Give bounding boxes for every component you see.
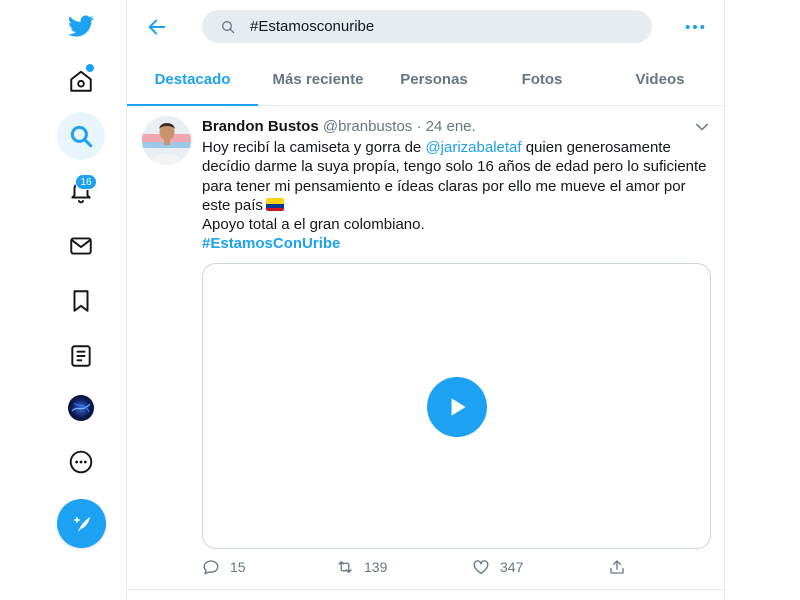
twitter-bird-icon: [68, 15, 94, 37]
reply-count: 15: [230, 559, 246, 575]
search-box[interactable]: [202, 10, 652, 43]
more-horizontal-icon: [685, 24, 705, 30]
tweet-header: Brandon Bustos @branbustos · 24 ene.: [202, 118, 476, 135]
tweet-actions: 15 139 347: [202, 558, 712, 578]
separator: ·: [416, 118, 422, 135]
tab-destacado[interactable]: Destacado: [127, 54, 258, 106]
tweet[interactable]: Brandon Bustos @branbustos · 24 ene. Hoy…: [127, 106, 726, 590]
tweet-date[interactable]: 24 ene.: [426, 118, 476, 135]
author-handle[interactable]: @branbustos: [323, 118, 412, 135]
nav-lists[interactable]: [57, 332, 105, 380]
list-icon: [71, 345, 91, 367]
tweet-text-line2: Apoyo total a el gran colombiano.: [202, 216, 425, 234]
tweet-menu-button[interactable]: [693, 118, 711, 136]
nav-more[interactable]: [57, 438, 105, 486]
more-circle-icon: [69, 450, 93, 474]
share-icon: [610, 560, 624, 574]
avatar: [142, 116, 191, 165]
like-button[interactable]: 347: [472, 558, 523, 576]
share-button[interactable]: [608, 558, 636, 576]
tab-personas[interactable]: Personas: [378, 54, 490, 105]
chevron-down-icon: [696, 123, 708, 131]
play-button[interactable]: [427, 377, 487, 437]
hashtag-link[interactable]: #EstamosConUribe: [202, 235, 340, 252]
compose-feather-icon: [73, 516, 90, 532]
home-unread-dot: [86, 64, 94, 72]
search-tabs: Destacado Más reciente Personas Fotos Vi…: [127, 54, 726, 106]
arrow-left-icon: [148, 19, 166, 35]
next-tweet-edge: [127, 591, 726, 600]
search-icon: [202, 18, 236, 36]
notifications-badge: 16: [75, 174, 97, 190]
avatar: [68, 395, 94, 421]
nav-home[interactable]: [57, 57, 105, 105]
nav-messages[interactable]: [57, 222, 105, 270]
tab-videos[interactable]: Videos: [594, 54, 726, 105]
left-navigation: 16: [0, 0, 126, 600]
search-header: [127, 0, 726, 54]
more-options-button[interactable]: [681, 15, 709, 39]
envelope-icon: [70, 237, 92, 255]
search-input[interactable]: [250, 18, 630, 35]
search-icon: [70, 125, 93, 148]
author-avatar[interactable]: [142, 116, 191, 165]
main-column: Destacado Más reciente Personas Fotos Vi…: [126, 0, 726, 600]
tweet-text: Hoy recibí la camiseta y gorra de @jariz…: [202, 138, 712, 254]
retweet-button[interactable]: 139: [336, 558, 387, 576]
nav-explore[interactable]: [57, 112, 105, 160]
bookmark-icon: [73, 290, 89, 312]
reply-button[interactable]: 15: [202, 558, 246, 576]
colombia-flag-emoji: [265, 197, 284, 211]
tab-mas-reciente[interactable]: Más reciente: [258, 54, 378, 105]
retweet-icon: [338, 561, 352, 573]
nav-profile[interactable]: [57, 384, 105, 432]
video-player[interactable]: [202, 263, 711, 549]
twitter-logo[interactable]: [57, 2, 105, 50]
mention-link[interactable]: @jarizabaletaf: [425, 139, 521, 156]
like-count: 347: [500, 559, 524, 575]
tab-fotos[interactable]: Fotos: [490, 54, 594, 105]
nav-bookmarks[interactable]: [57, 277, 105, 325]
heart-icon: [473, 560, 489, 575]
compose-tweet-button[interactable]: [57, 499, 106, 548]
back-button[interactable]: [141, 11, 173, 43]
retweet-count: 139: [364, 559, 388, 575]
tweet-text-part1: Hoy recibí la camiseta y gorra de: [202, 139, 426, 156]
play-icon: [451, 398, 466, 416]
author-name[interactable]: Brandon Bustos: [202, 118, 319, 135]
reply-icon: [203, 560, 219, 575]
